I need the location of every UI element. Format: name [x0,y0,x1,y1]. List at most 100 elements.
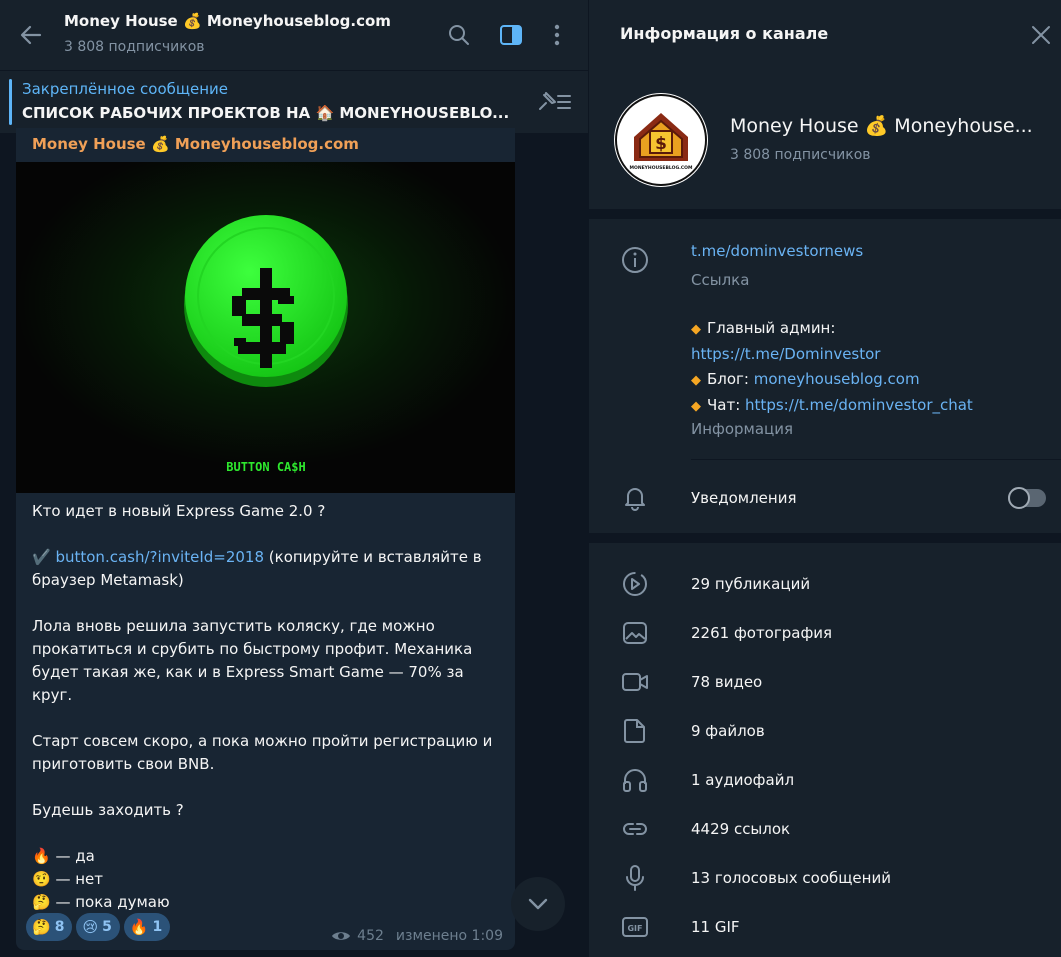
stat-label: 9 файлов [691,722,765,740]
sidebar-toggle-icon[interactable] [498,22,524,48]
file-icon [624,719,645,743]
link-caption: Ссылка [691,271,750,289]
reaction-thinking[interactable]: 🤔 8 [26,913,73,941]
poll-option: 🔥 — да [32,845,507,868]
poll-option: 🤨 — нет [32,868,507,891]
reaction-fire[interactable]: 🔥 1 [123,913,171,941]
edited-time: изменено 1:09 [395,928,503,944]
admin-label: Главный админ: [707,319,836,337]
stat-label: 13 голосовых сообщений [691,869,891,887]
poll-option: 🤔 — пока думаю [32,891,507,914]
message-paragraph: Старт совсем скоро, а пока можно пройти … [32,732,493,773]
message-image[interactable]: BUTTON CA$H [16,162,515,493]
channel-link[interactable]: t.me/dominvestornews [691,242,863,260]
description-line: https://t.me/Dominvestor [691,342,1051,367]
reaction-count: 8 [54,919,65,935]
description-caption: Информация [691,420,794,438]
svg-text:$: $ [655,134,667,154]
chat-subscriber-count: 3 808 подписчиков [64,39,205,55]
admin-link[interactable]: https://t.me/Dominvestor [691,345,880,363]
stat-videos[interactable]: 78 видео [589,658,1061,707]
pinned-indicator [9,79,12,125]
diamond-icon: ◆ [691,373,701,388]
section-separator [589,209,1061,219]
stat-files[interactable]: 9 файлов [589,707,1061,756]
media-caption: BUTTON CA$H [226,460,305,474]
pinned-label: Закреплённое сообщение [22,80,229,98]
check-emoji: ✔️ [32,548,51,566]
description-line: ◆ Чат: https://t.me/dominvestor_chat [691,393,1051,419]
description-line: ◆ Главный админ: [691,316,1051,342]
message-author[interactable]: Money House 💰 Moneyhouseblog.com [32,135,359,153]
pin-list-icon[interactable] [536,89,572,115]
channel-subscriber-count: 3 808 подписчиков [730,147,871,163]
video-icon [622,673,648,691]
message-paragraph: Будешь заходить ? [32,801,184,819]
poll-option-text: — да [50,847,95,865]
reaction-cry[interactable]: 😢 5 [76,913,120,941]
headphones-icon [623,769,647,792]
info-panel-title: Информация о канале [620,24,829,43]
reaction-emoji: 🤔 [32,918,51,936]
stat-voice[interactable]: 13 голосовых сообщений [589,854,1061,903]
diamond-icon: ◆ [691,322,701,337]
poll-options: 🔥 — да 🤨 — нет 🤔 — пока думаю [32,845,507,914]
stat-gif[interactable]: GIF 11 GIF [589,903,1061,952]
poll-option-text: — нет [50,870,103,888]
chevron-down-icon [528,898,548,910]
thinking-emoji: 🤔 [32,893,51,911]
back-arrow-icon[interactable] [18,22,44,48]
avatar-text: MONEYHOUSEBLOG.COM [630,165,693,171]
info-icon [622,247,648,273]
toggle-knob [1008,487,1030,509]
notifications-toggle[interactable] [1008,487,1046,509]
pinned-message-bar[interactable]: Закреплённое сообщение СПИСОК РАБОЧИХ ПР… [0,71,588,133]
chat-header: Money House 💰 Moneyhouseblog.com 3 808 п… [0,0,588,70]
stat-publications[interactable]: 29 публикаций [589,560,1061,609]
blog-link[interactable]: moneyhouseblog.com [754,370,920,388]
house-logo-icon: $ MONEYHOUSEBLOG.COM [615,94,707,186]
stat-label: 29 публикаций [691,575,811,593]
reaction-emoji: 🔥 [129,918,149,936]
microphone-icon [626,865,644,891]
channel-description: ◆ Главный админ: https://t.me/Dominvestor… [691,316,1051,419]
chat-panel: Money House 💰 Moneyhouseblog.com 3 808 п… [0,0,588,957]
svg-text:GIF: GIF [627,924,642,933]
chat-link[interactable]: https://t.me/dominvestor_chat [745,396,973,414]
scroll-down-button[interactable] [511,877,565,931]
message-line: Кто идет в новый Express Game 2.0 ? [32,502,326,520]
stat-photos[interactable]: 2261 фотография [589,609,1061,658]
channel-avatar[interactable]: $ MONEYHOUSEBLOG.COM [614,93,708,187]
channel-info-panel: Информация о канале $ MONEYHOUSEBLOG.COM… [589,0,1061,957]
chat-title[interactable]: Money House 💰 Moneyhouseblog.com [64,12,391,30]
stat-audio[interactable]: 1 аудиофайл [589,756,1061,805]
invite-link[interactable]: button.cash/?inviteId=2018 [55,548,264,566]
blog-label: Блог: [707,370,754,388]
dollar-coin-image: BUTTON CA$H [16,162,515,493]
stat-label: 4429 ссылок [691,820,791,838]
stat-label: 1 аудиофайл [691,771,795,789]
message-meta: 452 изменено 1:09 [331,928,503,944]
reaction-count: 1 [152,919,163,935]
stat-links[interactable]: 4429 ссылок [589,805,1061,854]
bell-icon [625,488,645,511]
pinned-text: СПИСОК РАБОЧИХ ПРОЕКТОВ НА 🏠 MONEYHOUSEB… [22,104,510,122]
close-icon[interactable] [1030,24,1052,46]
gif-icon: GIF [622,917,648,937]
channel-name: Money House 💰 Moneyhouse... [730,115,1033,137]
stat-label: 78 видео [691,673,763,691]
reactions-bar: 🤔 8 😢 5 🔥 1 [26,913,174,943]
link-icon [623,823,647,835]
reaction-count: 5 [102,919,112,935]
description-line: ◆ Блог: moneyhouseblog.com [691,367,1051,393]
notifications-label[interactable]: Уведомления [691,489,796,507]
search-icon[interactable] [446,22,472,48]
chat-label: Чат: [707,396,746,414]
more-options-icon[interactable] [544,22,570,48]
photo-icon [623,622,647,644]
channel-message: Money House 💰 Moneyhouseblog.com BUTTON … [16,128,515,950]
publications-icon [623,572,647,596]
diamond-icon: ◆ [691,399,701,414]
poll-option-text: — пока думаю [50,893,170,911]
divider [691,459,1061,460]
